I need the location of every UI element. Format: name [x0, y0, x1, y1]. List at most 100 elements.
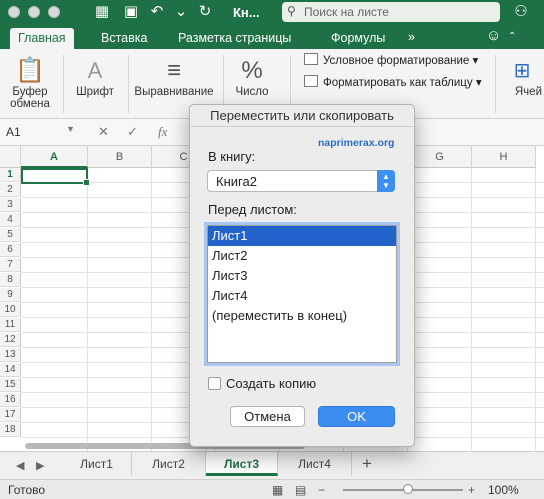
excel-app-icon: ▦ [94, 3, 110, 20]
create-copy-checkbox[interactable] [208, 377, 221, 390]
insert-function-button[interactable]: fx [158, 124, 167, 140]
row-header-11[interactable]: 11 [0, 318, 21, 332]
ribbon-tabs: Главная Вставка Разметка страницы Формул… [0, 25, 544, 49]
tab-page-layout[interactable]: Разметка страницы [170, 28, 299, 49]
before-sheet-option[interactable]: Лист1 [208, 226, 396, 246]
row-header-16[interactable]: 16 [0, 393, 21, 407]
zoom-out-icon[interactable]: − [318, 483, 325, 497]
before-sheet-option[interactable]: Лист3 [208, 266, 396, 286]
conditional-formatting-button[interactable]: Условное форматирование ▾ [304, 52, 478, 70]
tab-home[interactable]: Главная [10, 28, 74, 49]
to-book-select[interactable]: Книга2 ▲ ▼ [207, 170, 395, 192]
grid-column-line [535, 168, 536, 451]
watermark-text: naprimerax.org [318, 137, 395, 149]
grid-column-line [151, 168, 152, 451]
cells-group[interactable]: ⊞ Ячей [500, 49, 544, 119]
page-layout-view-icon[interactable]: ▤ [295, 483, 306, 497]
column-header-g[interactable]: G [408, 146, 472, 168]
row-header-6[interactable]: 6 [0, 243, 21, 257]
zoom-in-icon[interactable]: + [468, 483, 475, 497]
minimize-window-button[interactable] [28, 6, 40, 18]
ribbon-divider [495, 55, 496, 113]
percent-icon: % [241, 57, 263, 84]
before-sheet-label: Перед листом: [208, 202, 297, 217]
row-header-9[interactable]: 9 [0, 288, 21, 302]
row-header-2[interactable]: 2 [0, 183, 21, 197]
zoom-window-button[interactable] [48, 6, 60, 18]
create-copy-label[interactable]: Создать копию [226, 376, 316, 391]
prev-sheet-icon[interactable]: ◀ [16, 459, 24, 472]
select-all-corner[interactable] [0, 146, 21, 168]
more-tabs-icon[interactable]: » [400, 27, 423, 48]
zoom-level[interactable]: 100% [488, 483, 519, 497]
row-header-3[interactable]: 3 [0, 198, 21, 212]
row-header-1[interactable]: 1 [0, 168, 21, 182]
save-icon[interactable]: ▣ [122, 3, 140, 21]
row-header-15[interactable]: 15 [0, 378, 21, 392]
row-header-8[interactable]: 8 [0, 273, 21, 287]
search-icon: ⚲ [287, 4, 296, 18]
grid-column-line [87, 168, 88, 451]
to-book-label: В книгу: [208, 149, 256, 164]
clipboard-icon: 📋 [15, 57, 45, 84]
before-sheet-list[interactable]: Лист1 Лист2 Лист3 Лист4 (переместить в конец… [204, 222, 400, 366]
column-header-h[interactable]: H [472, 146, 536, 168]
alignment-label: Выравнивание [134, 86, 214, 98]
chevron-down-icon[interactable]: ⌄ [172, 3, 190, 21]
chevron-down-icon[interactable]: ▼ [66, 124, 75, 134]
row-header-4[interactable]: 4 [0, 213, 21, 227]
sheet-tab-2[interactable]: Лист2 [132, 452, 206, 476]
row-header-18[interactable]: 18 [0, 423, 21, 437]
normal-view-icon[interactable]: ▦ [272, 483, 283, 497]
sheet-tab-4[interactable]: Лист4 [278, 452, 352, 476]
row-header-10[interactable]: 10 [0, 303, 21, 317]
before-sheet-option[interactable]: Лист2 [208, 246, 396, 266]
zoom-slider-thumb[interactable] [403, 484, 413, 494]
move-or-copy-dialog: Переместить или скопировать naprimerax.o… [189, 104, 415, 447]
align-icon: ≡ [166, 57, 181, 84]
row-header-5[interactable]: 5 [0, 228, 21, 242]
cells-label: Ячей [514, 86, 542, 98]
sheet-tab-1[interactable]: Лист1 [62, 452, 132, 476]
paste-label-line1: Буфер [12, 86, 48, 98]
format-table-icon [304, 75, 318, 87]
search-field[interactable]: ⚲ [282, 2, 500, 22]
status-bar: Готово ▦ ▤ − + 100% [0, 479, 544, 499]
document-title: Кн... [233, 5, 260, 20]
select-stepper-icon[interactable]: ▲ ▼ [377, 170, 395, 192]
format-as-table-button[interactable]: Форматировать как таблицу ▾ [304, 74, 482, 92]
search-input[interactable] [304, 3, 494, 20]
row-header-7[interactable]: 7 [0, 258, 21, 272]
paste-group[interactable]: 📋 Буфер обмена [4, 49, 56, 119]
font-label: Шрифт [76, 86, 114, 98]
font-icon: A [87, 58, 103, 83]
grid-column-line [471, 168, 472, 451]
row-header-12[interactable]: 12 [0, 333, 21, 347]
share-user-icon[interactable]: ⚇ [512, 3, 530, 21]
sheet-tab-3[interactable]: Лист3 [206, 452, 278, 476]
column-header-a[interactable]: A [21, 146, 88, 168]
row-header-13[interactable]: 13 [0, 348, 21, 362]
selected-cell-a1[interactable] [21, 168, 90, 186]
conditional-formatting-icon [304, 53, 318, 65]
undo-icon[interactable]: ↶ [148, 3, 166, 21]
add-sheet-button[interactable]: + [362, 454, 372, 474]
cancel-button[interactable]: Отмена [230, 406, 305, 427]
column-header-b[interactable]: B [88, 146, 152, 168]
redo-icon[interactable]: ↻ [196, 3, 214, 21]
tab-formulas[interactable]: Формулы [323, 28, 393, 49]
ok-button[interactable]: OK [318, 406, 395, 427]
tab-insert[interactable]: Вставка [93, 28, 155, 49]
cancel-entry-icon[interactable]: ✕ [98, 124, 109, 140]
name-box[interactable]: A1 [6, 125, 56, 141]
row-header-17[interactable]: 17 [0, 408, 21, 422]
collapse-ribbon-icon[interactable]: ⌃ [500, 27, 524, 48]
row-header-14[interactable]: 14 [0, 363, 21, 377]
sheet-tab-bar: ◀ ▶ Лист1 Лист2 Лист3 Лист4 + [0, 451, 544, 479]
before-sheet-option[interactable]: (переместить в конец) [208, 306, 396, 326]
before-sheet-option[interactable]: Лист4 [208, 286, 396, 306]
confirm-entry-icon[interactable]: ✓ [127, 124, 138, 140]
font-group[interactable]: A Шрифт [66, 49, 124, 119]
next-sheet-icon[interactable]: ▶ [36, 459, 44, 472]
close-window-button[interactable] [8, 6, 20, 18]
